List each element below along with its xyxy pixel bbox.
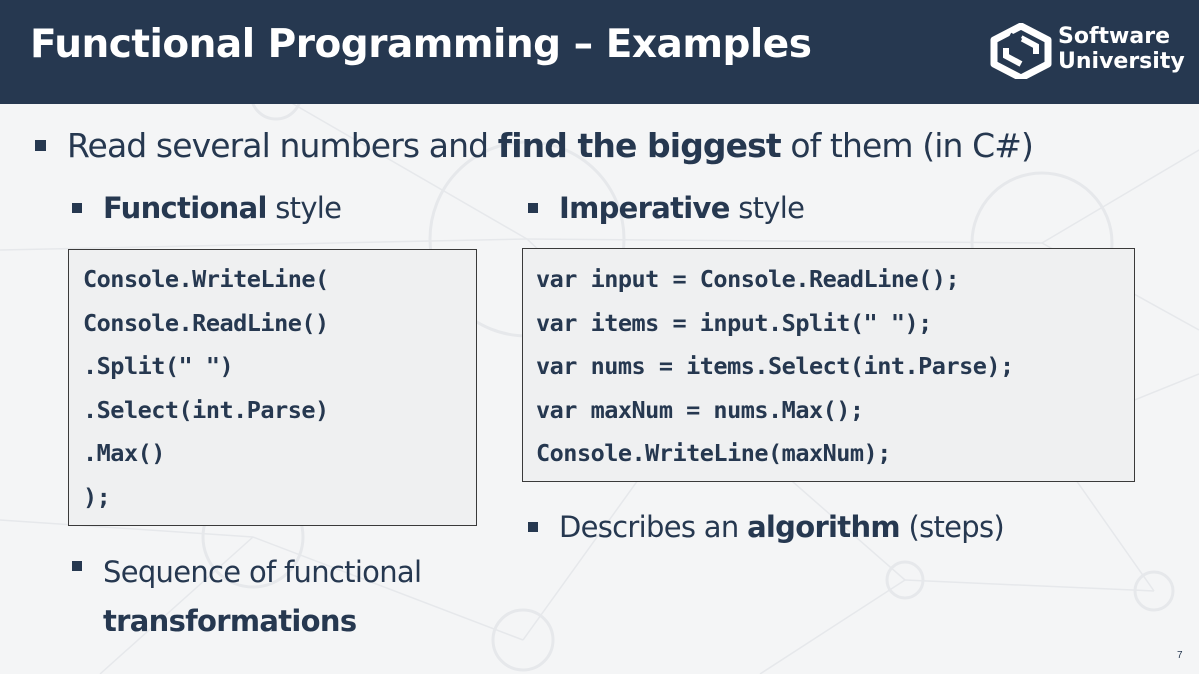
code-line: Console.ReadLine() (83, 309, 329, 337)
code-line: Console.WriteLine( (83, 265, 329, 293)
code-line: var input = Console.ReadLine(); (536, 265, 960, 293)
functional-note-line2: transformations (103, 604, 357, 638)
code-line: ); (83, 483, 111, 511)
bullet-square-icon (35, 140, 46, 151)
slide-title: Functional Programming – Examples (30, 22, 812, 67)
functional-code-block: Console.WriteLine( Console.ReadLine() .S… (68, 249, 477, 526)
page-number: 7 (1177, 650, 1183, 661)
functional-note: Sequence of functional transformations (70, 548, 510, 646)
bullet-square-icon (72, 203, 82, 213)
code-line: var items = input.Split(" "); (536, 309, 932, 337)
logo-line1: Software (1058, 24, 1170, 49)
softuni-logo: Software University (990, 22, 1190, 82)
code-line: .Split(" ") (83, 352, 234, 380)
logo-line2: University (1058, 49, 1185, 74)
intro-bullet: Read several numbers and find the bigges… (33, 126, 1034, 165)
logo-text: Software University (1058, 24, 1185, 74)
intro-text: Read several numbers and find the bigges… (67, 126, 1034, 165)
bullet-square-icon (528, 522, 538, 532)
functional-heading: Functional style (70, 191, 342, 225)
code-line: var maxNum = nums.Max(); (536, 396, 864, 424)
code-line: .Max() (83, 439, 165, 467)
softuni-logo-icon (990, 23, 1052, 79)
imperative-heading: Imperative style (526, 191, 805, 225)
bullet-square-icon (528, 203, 538, 213)
code-line: var nums = items.Select(int.Parse); (536, 352, 1014, 380)
functional-note-line1: Sequence of functional (103, 555, 422, 589)
code-line: Console.WriteLine(maxNum); (536, 439, 891, 467)
bullet-square-icon (72, 561, 82, 571)
code-line: .Select(int.Parse) (83, 396, 329, 424)
imperative-note: Describes an algorithm (steps) (526, 510, 1005, 544)
slide-header: Functional Programming – Examples Softwa… (0, 0, 1199, 104)
imperative-code-block: var input = Console.ReadLine(); var item… (522, 248, 1135, 482)
